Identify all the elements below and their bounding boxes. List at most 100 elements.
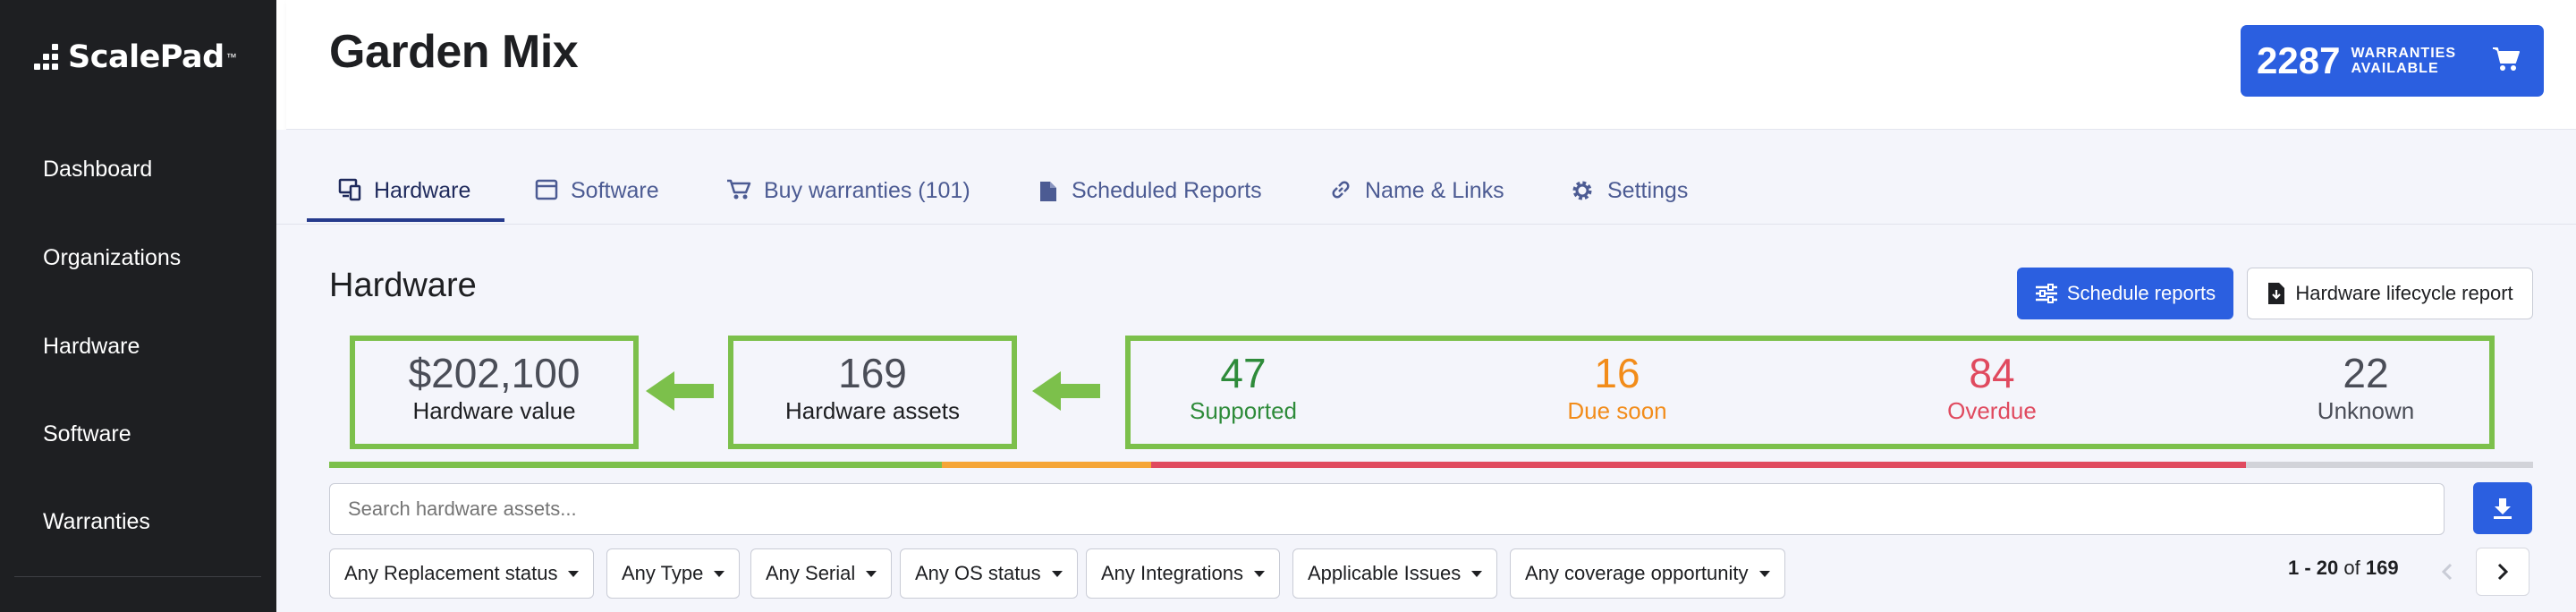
hardware-value-label: Hardware value [412,397,576,424]
caret-down-icon [1758,570,1770,577]
filter-type[interactable]: Any Type [606,548,741,599]
tab-buy-warranties[interactable]: Buy warranties (101) [726,171,970,230]
sidebar-divider [14,576,261,577]
sliders-icon [2035,284,2058,303]
document-icon [1038,178,1059,203]
scalepad-logo-icon [34,44,61,71]
hardware-lifecycle-report-button[interactable]: Hardware lifecycle report [2247,268,2533,319]
stat-overdue[interactable]: 84 Overdue [1902,351,2081,424]
sidebar: ScalePad ™ Dashboard Organizations Hardwa… [0,0,276,612]
window-icon [535,178,558,201]
caret-down-icon [714,570,725,577]
filter-label: Applicable Issues [1308,562,1462,584]
tab-scheduled-reports[interactable]: Scheduled Reports [1038,171,1262,230]
gear-icon [1570,178,1595,203]
file-download-icon [2267,282,2286,305]
caret-down-icon [1471,570,1483,577]
tab-scheduled-reports-label: Scheduled Reports [1072,178,1262,203]
page-title: Garden Mix [329,26,579,78]
overdue-label: Overdue [1947,397,2037,424]
filter-label: Any OS status [915,562,1041,584]
next-page-button[interactable] [2476,548,2529,596]
search-input[interactable] [329,483,2445,535]
supported-label: Supported [1190,397,1297,424]
sidebar-item-organizations[interactable]: Organizations [43,245,181,271]
previous-page-button[interactable] [2420,548,2474,596]
caret-down-icon [1253,570,1265,577]
download-icon [2494,498,2512,519]
filter-label: Any Integrations [1101,562,1243,584]
overdue-number: 84 [1969,350,2015,396]
caret-down-icon [866,570,877,577]
status-progress-bar [329,462,2533,468]
tab-settings[interactable]: Settings [1570,171,1688,230]
filter-label: Any Serial [766,562,856,584]
warranty-label-line2: AVAILABLE [2351,61,2439,76]
filter-replacement-status[interactable]: Any Replacement status [329,548,595,599]
hardware-lifecycle-report-label: Hardware lifecycle report [2295,282,2513,304]
warranties-available-button[interactable]: 2287 WARRANTIES AVAILABLE [2241,25,2544,97]
active-tab-indicator [307,218,504,222]
sidebar-item-software[interactable]: Software [43,421,131,447]
page-header: Garden Mix 2287 WARRANTIES AVAILABLE [286,0,2576,130]
hardware-icon [338,178,361,201]
tab-hardware-label: Hardware [374,178,471,203]
filter-serial[interactable]: Any Serial [750,548,893,599]
progress-unknown [2246,462,2533,468]
stat-hardware-assets[interactable]: 169 Hardware assets [733,351,1012,424]
filter-integrations[interactable]: Any Integrations [1086,548,1280,599]
filter-coverage-opportunity[interactable]: Any coverage opportunity [1510,548,1785,599]
pagination-total: 169 [2365,557,2399,579]
stat-hardware-value[interactable]: $202,100 Hardware value [355,351,633,424]
chevron-left-icon [2441,563,2453,581]
filter-label: Any coverage opportunity [1525,562,1749,584]
tab-software-label: Software [571,178,659,203]
warranty-label-line1: WARRANTIES [2351,46,2456,61]
progress-overdue [1150,462,2247,468]
warranty-count: 2287 [2257,39,2341,81]
pagination-info: 1 - 20 of 169 [2288,557,2399,580]
schedule-reports-label: Schedule reports [2066,282,2216,304]
brand-name: ScalePad [68,39,225,75]
unknown-number: 22 [2343,350,2389,396]
caret-down-icon [1051,570,1063,577]
sidebar-item-dashboard[interactable]: Dashboard [43,157,152,183]
tab-name-links[interactable]: Name & Links [1329,171,1504,230]
stat-supported[interactable]: 47 Supported [1154,351,1333,424]
arrow-left-icon [646,371,714,411]
supported-number: 47 [1220,350,1267,396]
chevron-right-icon [2497,563,2509,581]
cart-icon [2492,46,2521,77]
tab-name-links-label: Name & Links [1365,178,1504,203]
download-button[interactable] [2473,482,2532,534]
progress-supported [329,462,943,468]
tab-settings-label: Settings [1607,178,1689,203]
brand-trademark: ™ [225,51,237,64]
due-soon-number: 16 [1594,350,1640,396]
tab-software[interactable]: Software [535,171,659,230]
pagination-of: of [2343,557,2360,579]
sidebar-item-warranties[interactable]: Warranties [43,509,150,535]
pagination-range: 1 - 20 [2288,557,2339,579]
section-title: Hardware [329,267,477,304]
filter-applicable-issues[interactable]: Applicable Issues [1292,548,1498,599]
warranty-label: WARRANTIES AVAILABLE [2351,46,2476,76]
arrow-left-icon [1032,371,1100,411]
cart-icon [726,178,751,201]
unknown-label: Unknown [2317,397,2415,424]
hardware-assets-number: 169 [838,350,907,396]
filter-label: Any Replacement status [344,562,558,584]
caret-down-icon [568,570,580,577]
tab-buy-warranties-label: Buy warranties (101) [764,178,970,203]
sidebar-item-hardware[interactable]: Hardware [43,334,140,360]
schedule-reports-button[interactable]: Schedule reports [2017,268,2233,319]
scalepad-logo[interactable]: ScalePad ™ [34,39,237,75]
hardware-assets-label: Hardware assets [784,397,961,424]
stat-unknown[interactable]: 22 Unknown [2276,351,2455,424]
filter-label: Any Type [622,562,704,584]
link-icon [1329,178,1352,201]
progress-due-soon [942,462,1151,468]
due-soon-label: Due soon [1567,397,1667,424]
filter-os-status[interactable]: Any OS status [900,548,1078,599]
stat-due-soon[interactable]: 16 Due soon [1528,351,1707,424]
